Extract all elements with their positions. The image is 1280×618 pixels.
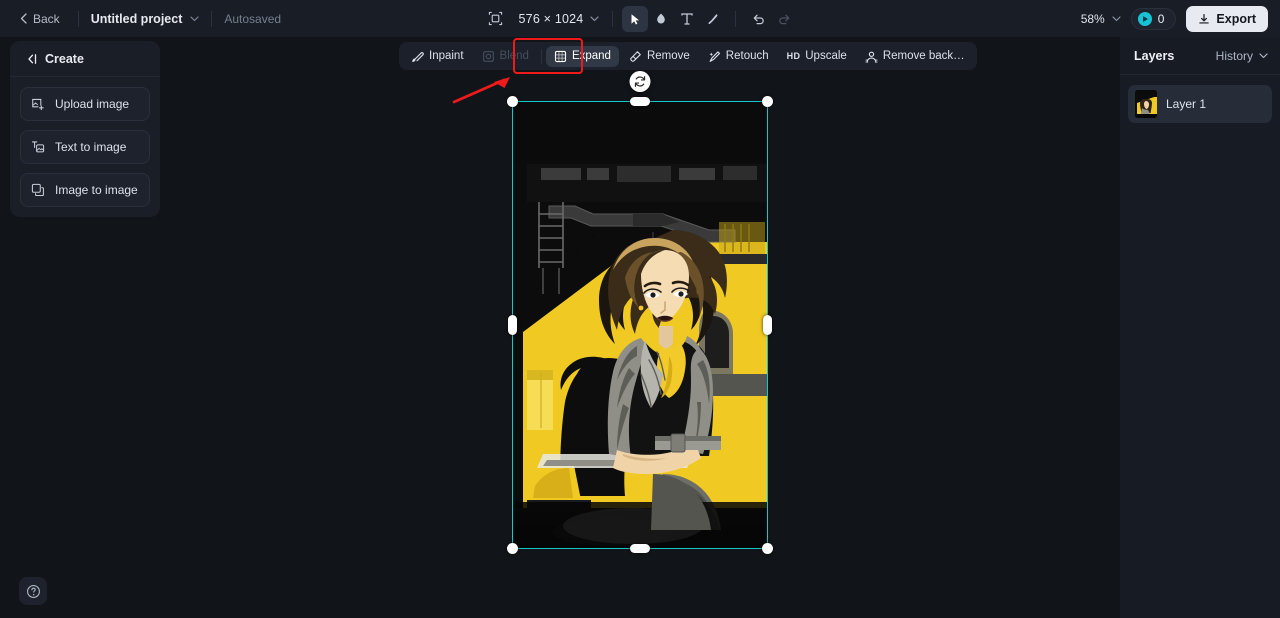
chevron-down-icon[interactable] — [190, 15, 199, 22]
help-button[interactable] — [19, 577, 47, 605]
top-bar-right: 58% 0 Export — [1081, 0, 1268, 37]
export-button[interactable]: Export — [1186, 5, 1268, 32]
credits-badge[interactable]: 0 — [1130, 7, 1177, 30]
create-sidebar: Create Upload image Text to image Image … — [10, 41, 160, 217]
resize-handle-top-center[interactable] — [630, 97, 650, 106]
divider — [612, 10, 614, 27]
divider — [540, 48, 542, 64]
sidebar-item-label: Text to image — [55, 140, 127, 154]
top-bar-left: Back Untitled project Autosaved — [0, 8, 281, 30]
back-label: Back — [33, 11, 60, 26]
hand-tool[interactable] — [648, 6, 674, 32]
question-mark-icon — [26, 584, 41, 599]
image-actions-toolbar: Inpaint Blend Expand Remove Retouch HD U… — [399, 42, 977, 70]
layers-panel-header: Layers History — [1120, 37, 1280, 75]
crop-resize-icon[interactable] — [483, 6, 509, 32]
zoom-chevron-down-icon — [1112, 15, 1121, 22]
toolbar-item-upscale[interactable]: HD Upscale — [779, 46, 855, 66]
toolbar-item-label: Blend — [499, 50, 529, 62]
image-to-image-icon — [31, 183, 45, 197]
resize-handle-top-right[interactable] — [762, 96, 773, 107]
toolbar-item-retouch[interactable]: Retouch — [700, 46, 777, 67]
blend-icon — [482, 50, 495, 63]
toolbar-item-label: Retouch — [725, 50, 769, 62]
sidebar-item-upload-image[interactable]: Upload image — [20, 87, 150, 121]
resize-handle-middle-right[interactable] — [763, 315, 772, 335]
rotate-handle[interactable] — [629, 71, 651, 92]
layers-panel: Layers History Layer 1 — [1120, 37, 1280, 618]
retouch-icon — [708, 50, 721, 63]
toolbar-item-label: Upscale — [805, 50, 847, 62]
upload-image-icon — [31, 97, 45, 111]
download-icon — [1198, 13, 1210, 25]
remove-background-icon — [865, 50, 878, 63]
resize-handle-bottom-left[interactable] — [507, 543, 518, 554]
divider — [211, 10, 213, 27]
toolbar-item-label: Remove — [646, 50, 690, 62]
credits-count: 0 — [1157, 11, 1165, 26]
chevron-down-icon — [1259, 53, 1268, 59]
sidebar-item-image-to-image[interactable]: Image to image — [20, 173, 150, 207]
rotate-icon — [634, 75, 647, 88]
canvas-selection[interactable] — [507, 71, 773, 554]
toolbar-item-expand[interactable]: Expand — [545, 45, 619, 67]
credit-coin-icon — [1137, 11, 1152, 26]
canvas-dimensions: 576 × 1024 — [518, 11, 584, 26]
top-bar: Back Untitled project Autosaved 576 × 10… — [0, 0, 1280, 37]
resize-handle-bottom-center[interactable] — [630, 544, 650, 553]
redo-icon[interactable] — [771, 6, 797, 32]
artwork-image[interactable] — [513, 102, 767, 548]
divider — [77, 10, 79, 27]
collapse-left-icon — [23, 53, 37, 65]
resize-handle-top-left[interactable] — [507, 96, 518, 107]
layer-thumbnail — [1135, 90, 1157, 118]
text-to-image-icon — [31, 140, 45, 154]
app-root: Back Untitled project Autosaved 576 × 10… — [0, 0, 1280, 618]
toolbar-item-blend[interactable]: Blend — [474, 46, 537, 67]
undo-icon[interactable] — [745, 6, 771, 32]
project-name[interactable]: Untitled project — [91, 12, 183, 26]
layers-list: Layer 1 — [1120, 75, 1280, 133]
toolbar-item-remove[interactable]: Remove — [621, 46, 698, 67]
artwork-illustration — [513, 102, 767, 548]
history-dropdown[interactable]: History — [1216, 49, 1268, 63]
select-tool[interactable] — [622, 5, 649, 32]
text-tool[interactable] — [674, 6, 700, 32]
resize-handle-bottom-right[interactable] — [762, 543, 773, 554]
zoom-level: 58% — [1080, 11, 1105, 26]
hd-icon: HD — [786, 51, 801, 61]
remove-icon — [629, 50, 642, 63]
inpaint-icon — [411, 50, 424, 63]
layer-item[interactable]: Layer 1 — [1128, 85, 1272, 123]
sidebar-item-text-to-image[interactable]: Text to image — [20, 130, 150, 164]
toolbar-item-remove-background[interactable]: Remove back… — [857, 46, 973, 67]
zoom-control[interactable]: 58% — [1081, 12, 1121, 26]
sidebar-title: Create — [45, 52, 84, 66]
sidebar-items: Upload image Text to image Image to imag… — [10, 77, 160, 217]
toolbar-item-label: Inpaint — [429, 50, 464, 62]
chevron-left-icon — [20, 13, 27, 24]
autosave-status: Autosaved — [224, 11, 282, 26]
history-label: History — [1215, 49, 1253, 63]
layers-title: Layers — [1134, 49, 1175, 63]
brush-tool[interactable] — [700, 6, 726, 32]
export-label: Export — [1216, 11, 1256, 26]
resize-handle-middle-left[interactable] — [508, 315, 517, 335]
sidebar-item-label: Upload image — [55, 97, 130, 111]
expand-icon — [554, 50, 567, 63]
sidebar-header[interactable]: Create — [10, 41, 160, 77]
toolbar-item-inpaint[interactable]: Inpaint — [403, 46, 472, 67]
divider — [735, 10, 737, 27]
dimensions-chevron-down-icon[interactable] — [590, 15, 600, 22]
toolbar-item-label: Expand — [571, 50, 611, 62]
layer-name: Layer 1 — [1166, 97, 1207, 111]
back-button[interactable]: Back — [14, 8, 66, 30]
sidebar-item-label: Image to image — [55, 183, 138, 197]
toolbar-item-label: Remove back… — [882, 50, 965, 62]
